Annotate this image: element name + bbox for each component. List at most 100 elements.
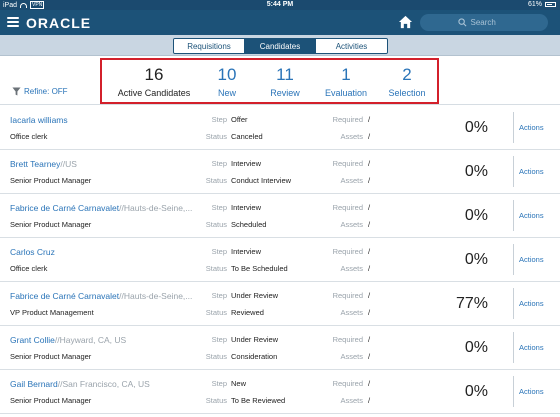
candidate-name-link[interactable]: Gail Bernard//San Francisco, CA, US xyxy=(10,379,150,389)
status-label: Status xyxy=(205,220,227,229)
divider xyxy=(513,244,514,275)
actions-link[interactable]: Actions xyxy=(519,123,544,132)
required-value: / xyxy=(368,115,371,124)
status-value: To Be Scheduled xyxy=(231,264,288,273)
step-value: Interview xyxy=(231,203,262,212)
list-item[interactable]: Iacarla williams Office clerk Step Offer… xyxy=(0,106,560,150)
candidate-name-link[interactable]: Carlos Cruz xyxy=(10,247,55,257)
search-icon xyxy=(457,18,466,27)
stat-evaluation[interactable]: 1 Evaluation xyxy=(322,66,370,99)
candidate-name: Fabrice de Carné Carnavalet xyxy=(10,203,120,213)
candidate-name: Grant Collie xyxy=(10,335,55,345)
divider xyxy=(513,332,514,363)
candidate-name: Fabrice de Carné Carnavalet xyxy=(10,291,120,301)
divider xyxy=(513,156,514,187)
app-header: ORACLE xyxy=(0,10,560,35)
actions-link[interactable]: Actions xyxy=(519,387,544,396)
search-input[interactable] xyxy=(470,18,511,27)
step-label: Step xyxy=(211,335,227,344)
status-value: Consideration xyxy=(231,352,278,361)
tab-candidates[interactable]: Candidates xyxy=(245,39,316,53)
candidate-name-link[interactable]: Iacarla williams xyxy=(10,115,68,125)
candidate-list: Iacarla williams Office clerk Step Offer… xyxy=(0,106,560,414)
step-label: Step xyxy=(211,379,227,388)
tab-requisitions[interactable]: Requisitions xyxy=(174,39,245,53)
refine-label: Refine: OFF xyxy=(24,87,68,96)
required-label: Required xyxy=(332,335,363,344)
step-value: Interview xyxy=(231,247,262,256)
job-title: Senior Product Manager xyxy=(10,396,92,405)
hamburger-menu-icon[interactable] xyxy=(7,16,19,28)
completion-percent: 77% xyxy=(455,295,488,312)
actions-link[interactable]: Actions xyxy=(519,299,544,308)
completion-percent: 0% xyxy=(464,383,488,400)
stat-value: 10 xyxy=(217,65,237,84)
required-value: / xyxy=(368,335,371,344)
required-value: / xyxy=(368,159,371,168)
stat-label: Selection xyxy=(388,88,426,98)
candidate-name-link[interactable]: Fabrice de Carné Carnavalet//Hauts-de-Se… xyxy=(10,291,192,301)
list-item[interactable]: Gail Bernard//San Francisco, CA, US Seni… xyxy=(0,370,560,414)
clock: 5:44 PM xyxy=(266,1,294,8)
stat-value: 16 xyxy=(144,65,164,84)
oracle-logo: ORACLE xyxy=(26,15,92,31)
status-label: Status xyxy=(205,352,227,361)
stat-selection[interactable]: 2 Selection xyxy=(382,66,432,99)
required-value: / xyxy=(368,379,371,388)
assets-value: / xyxy=(368,396,371,405)
step-label: Step xyxy=(211,203,227,212)
status-label: Status xyxy=(205,176,227,185)
candidate-name-link[interactable]: Grant Collie//Hayward, CA, US xyxy=(10,335,126,345)
job-title: Senior Product Manager xyxy=(10,176,92,185)
stat-new[interactable]: 10 New xyxy=(209,66,245,99)
job-title: Office clerk xyxy=(10,132,48,141)
job-title: Senior Product Manager xyxy=(10,352,92,361)
assets-label: Assets xyxy=(340,308,363,317)
actions-link[interactable]: Actions xyxy=(519,211,544,220)
assets-label: Assets xyxy=(340,132,363,141)
stat-label: Active Candidates xyxy=(117,88,191,98)
candidate-name-link[interactable]: Brett Tearney//US xyxy=(10,159,77,169)
job-title: VP Product Management xyxy=(10,308,94,317)
search-box[interactable] xyxy=(420,14,548,31)
status-label: Status xyxy=(205,264,227,273)
actions-link[interactable]: Actions xyxy=(519,343,544,352)
stat-label: Evaluation xyxy=(324,88,368,98)
status-value: Conduct Interview xyxy=(231,176,292,185)
candidate-name: Iacarla williams xyxy=(10,115,68,125)
summary-bar: Refine: OFF 16 Active Candidates 10 New … xyxy=(0,56,560,105)
stat-value: 2 xyxy=(402,65,412,84)
list-item[interactable]: Grant Collie//Hayward, CA, US Senior Pro… xyxy=(0,326,560,370)
candidate-name-link[interactable]: Fabrice de Carné Carnavalet//Hauts-de-Se… xyxy=(10,203,192,213)
step-value: Under Review xyxy=(231,291,279,300)
list-item[interactable]: Fabrice de Carné Carnavalet//Hauts-de-Se… xyxy=(0,282,560,326)
assets-value: / xyxy=(368,264,371,273)
list-item[interactable]: Brett Tearney//US Senior Product Manager… xyxy=(0,150,560,194)
actions-link[interactable]: Actions xyxy=(519,255,544,264)
battery-percent: 61% xyxy=(527,1,542,8)
required-value: / xyxy=(368,203,371,212)
required-label: Required xyxy=(332,159,363,168)
home-icon[interactable] xyxy=(398,15,413,29)
stat-active-candidates[interactable]: 16 Active Candidates xyxy=(116,66,192,99)
list-item[interactable]: Carlos Cruz Office clerk Step Interview … xyxy=(0,238,560,282)
candidate-name: Carlos Cruz xyxy=(10,247,55,257)
candidate-name: Brett Tearney xyxy=(10,159,61,169)
required-label: Required xyxy=(332,291,363,300)
completion-percent: 0% xyxy=(464,207,488,224)
required-value: / xyxy=(368,247,371,256)
refine-filter-button[interactable]: Refine: OFF xyxy=(12,87,68,96)
tab-activities[interactable]: Activities xyxy=(316,39,387,53)
list-item[interactable]: Fabrice de Carné Carnavalet//Hauts-de-Se… xyxy=(0,194,560,238)
assets-value: / xyxy=(368,176,371,185)
completion-percent: 0% xyxy=(464,251,488,268)
candidate-location: //Hauts-de-Seine,... xyxy=(119,203,193,213)
step-value: Under Review xyxy=(231,335,279,344)
assets-label: Assets xyxy=(340,176,363,185)
actions-link[interactable]: Actions xyxy=(519,167,544,176)
assets-label: Assets xyxy=(340,264,363,273)
stat-value: 1 xyxy=(341,65,351,84)
completion-percent: 0% xyxy=(464,163,488,180)
assets-value: / xyxy=(368,220,371,229)
stat-review[interactable]: 11 Review xyxy=(265,66,305,99)
